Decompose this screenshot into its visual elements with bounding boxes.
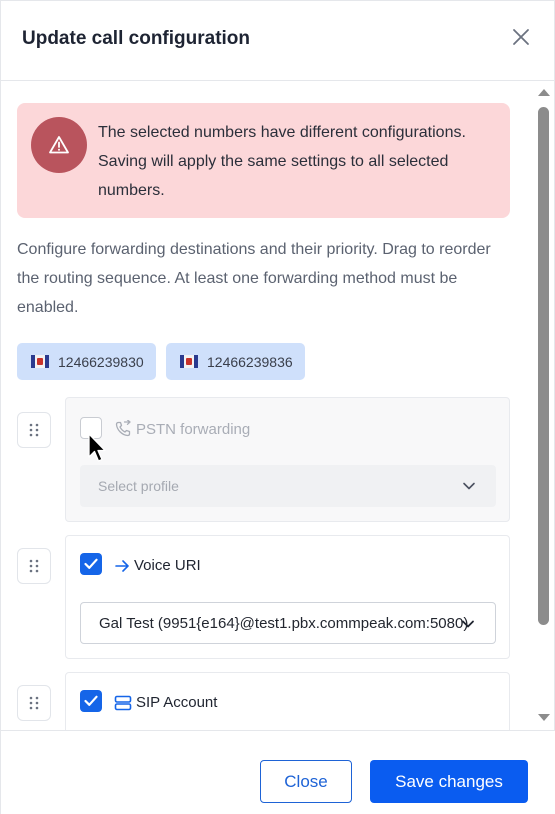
scroll-thumb[interactable]	[538, 107, 549, 625]
scrollbar[interactable]	[535, 82, 553, 730]
update-call-config-dialog: Update call configuration The selected n…	[0, 0, 555, 814]
chevron-down-icon	[462, 620, 474, 628]
method-label-sip-account: SIP Account	[114, 694, 217, 711]
drag-handle[interactable]	[17, 685, 51, 721]
scroll-up-arrow-icon[interactable]	[536, 86, 552, 98]
method-label-voice-uri: Voice URI	[114, 557, 201, 574]
method-label-text: PSTN forwarding	[136, 420, 251, 438]
warning-icon	[31, 117, 87, 173]
profile-select[interactable]: Select profile	[80, 465, 496, 507]
dialog-footer: Close Save changes	[1, 730, 555, 814]
barbados-flag-icon	[31, 355, 49, 368]
number-chip[interactable]: 12466239836	[166, 343, 305, 380]
drag-handle-icon	[29, 423, 39, 437]
scroll-down-arrow-icon[interactable]	[536, 712, 552, 724]
number-chip-label: 12466239830	[58, 353, 144, 370]
dialog-header: Update call configuration	[1, 1, 555, 81]
close-icon[interactable]	[509, 25, 533, 49]
drag-handle[interactable]	[17, 412, 51, 448]
drag-handle-icon	[29, 696, 39, 710]
drag-handle[interactable]	[17, 548, 51, 584]
dialog-title: Update call configuration	[22, 28, 251, 49]
number-chip[interactable]: 12466239830	[17, 343, 156, 380]
method-card-sip-account: SIP Account	[65, 672, 510, 730]
method-label-text: SIP Account	[136, 694, 218, 711]
dialog-body: The selected numbers have different conf…	[1, 82, 533, 730]
method-card-voice-uri: Voice URI Gal Test (9951{e164}@test1.pbx…	[65, 535, 510, 659]
sip-account-checkbox[interactable]	[80, 690, 102, 712]
method-card-pstn: PSTN forwarding Select profile	[65, 397, 510, 522]
profile-select-value: Select profile	[98, 478, 179, 494]
mouse-cursor-icon	[88, 433, 106, 462]
save-changes-button[interactable]: Save changes	[370, 760, 528, 803]
voice-uri-select-value: Gal Test (9951{e164}@test1.pbx.commpeak.…	[99, 614, 469, 632]
close-button[interactable]: Close	[260, 760, 352, 803]
server-icon	[114, 695, 132, 710]
phone-forward-icon	[115, 420, 131, 437]
description-text: Configure forwarding destinations and th…	[17, 241, 491, 316]
method-label-pstn: PSTN forwarding	[114, 420, 250, 438]
number-chip-label: 12466239836	[207, 353, 293, 370]
voice-uri-checkbox[interactable]	[80, 553, 102, 575]
chevron-down-icon	[463, 482, 475, 490]
drag-handle-icon	[29, 559, 39, 573]
alert-message: The selected numbers have different conf…	[98, 124, 466, 199]
barbados-flag-icon	[180, 355, 198, 368]
arrow-right-icon	[115, 559, 129, 572]
warning-alert: The selected numbers have different conf…	[17, 103, 510, 218]
voice-uri-select[interactable]: Gal Test (9951{e164}@test1.pbx.commpeak.…	[80, 602, 496, 644]
method-label-text: Voice URI	[134, 557, 201, 574]
